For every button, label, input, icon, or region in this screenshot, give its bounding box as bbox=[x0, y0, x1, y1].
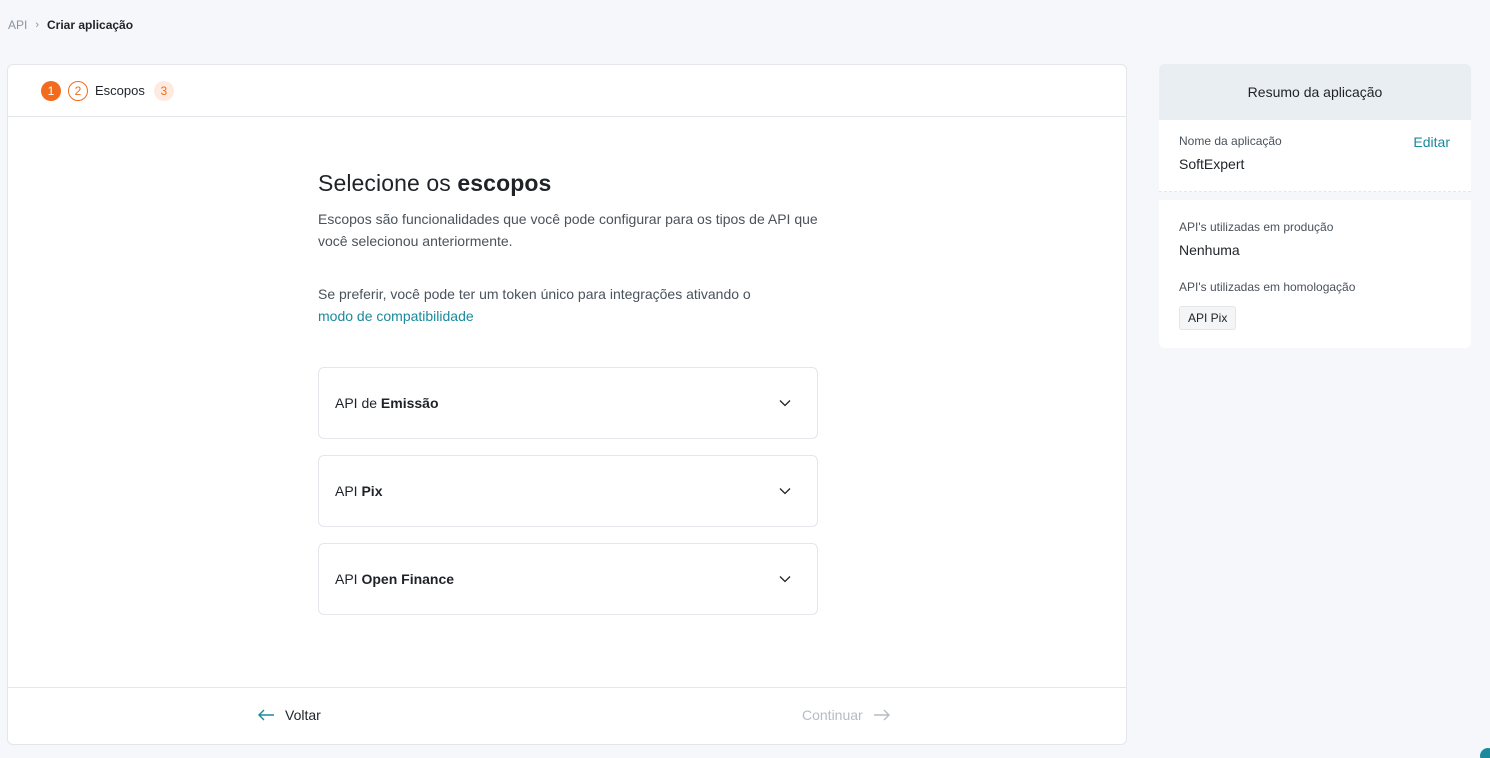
compat-mode-link[interactable]: modo de compatibilidade bbox=[318, 305, 818, 327]
back-button[interactable]: Voltar bbox=[257, 707, 321, 723]
breadcrumb-current: Criar aplicação bbox=[47, 18, 134, 32]
app-name-value: SoftExpert bbox=[1179, 156, 1245, 172]
step-2-indicator: 2 bbox=[68, 80, 88, 101]
chevron-down-icon[interactable] bbox=[779, 487, 791, 495]
breadcrumb: API › Criar aplicação bbox=[8, 18, 133, 32]
page-title: Selecione os escopos bbox=[318, 170, 818, 197]
step-1-indicator: 1 bbox=[41, 80, 61, 101]
edit-link[interactable]: Editar bbox=[1413, 134, 1450, 150]
accordion-title-name: Pix bbox=[361, 483, 383, 499]
accordion-title-prefix: API bbox=[335, 483, 362, 499]
accordion-title-prefix: API de bbox=[335, 395, 381, 411]
accordion-title: API Pix bbox=[335, 483, 382, 499]
breadcrumb-separator: › bbox=[35, 19, 40, 31]
accordion-api-open-finance[interactable]: API Open Finance bbox=[318, 543, 818, 615]
chevron-down-icon[interactable] bbox=[779, 399, 791, 407]
prod-apis-label: API's utilizadas em produção bbox=[1179, 220, 1334, 234]
help-widget-icon[interactable] bbox=[1480, 748, 1490, 758]
breadcrumb-api-link[interactable]: API bbox=[8, 18, 27, 32]
compat-text: Se preferir, você pode ter um token únic… bbox=[318, 286, 751, 302]
scopes-description: Escopos são funcionalidades que você pod… bbox=[318, 211, 818, 249]
accordion-title: API Open Finance bbox=[335, 571, 454, 587]
accordion-title: API de Emissão bbox=[335, 395, 439, 411]
step-2-label: Escopos bbox=[95, 83, 145, 98]
main-card: 1 2 Escopos 3 Selecione os escopos Escop… bbox=[7, 64, 1127, 745]
page-title-bold: escopos bbox=[457, 170, 552, 196]
homolog-apis-label: API's utilizadas em homologação bbox=[1179, 280, 1356, 294]
accordion-api-pix[interactable]: API Pix bbox=[318, 455, 818, 527]
scopes-intro: Selecione os escopos Escopos são funcion… bbox=[318, 170, 818, 327]
compat-paragraph: Se preferir, você pode ter um token únic… bbox=[318, 283, 818, 327]
accordion-title-prefix: API bbox=[335, 571, 362, 587]
accordion-title-name: Emissão bbox=[380, 395, 439, 411]
api-tag: API Pix bbox=[1179, 306, 1237, 330]
summary-name-section: Nome da aplicação SoftExpert Editar bbox=[1159, 120, 1471, 192]
chevron-down-icon[interactable] bbox=[779, 575, 791, 583]
continue-button[interactable]: Continuar bbox=[802, 707, 891, 723]
step-3-indicator: 3 bbox=[153, 80, 174, 101]
page-title-regular: Selecione os bbox=[318, 170, 458, 196]
arrow-left-icon bbox=[257, 709, 275, 721]
application-summary: Resumo da aplicação Nome da aplicação So… bbox=[1159, 64, 1471, 348]
accordion-title-name: Open Finance bbox=[361, 571, 455, 587]
wizard-footer: Voltar Continuar bbox=[8, 687, 1126, 744]
accordion-api-emissao[interactable]: API de Emissão bbox=[318, 367, 818, 439]
back-button-label: Voltar bbox=[285, 707, 321, 723]
continue-button-label: Continuar bbox=[802, 707, 863, 723]
summary-apis-section: API's utilizadas em produção Nenhuma API… bbox=[1159, 200, 1471, 348]
app-name-label: Nome da aplicação bbox=[1179, 134, 1282, 148]
prod-apis-value: Nenhuma bbox=[1179, 242, 1240, 258]
arrow-right-icon bbox=[873, 709, 891, 721]
stepper: 1 2 Escopos 3 bbox=[8, 65, 1126, 117]
summary-title: Resumo da aplicação bbox=[1159, 64, 1471, 120]
